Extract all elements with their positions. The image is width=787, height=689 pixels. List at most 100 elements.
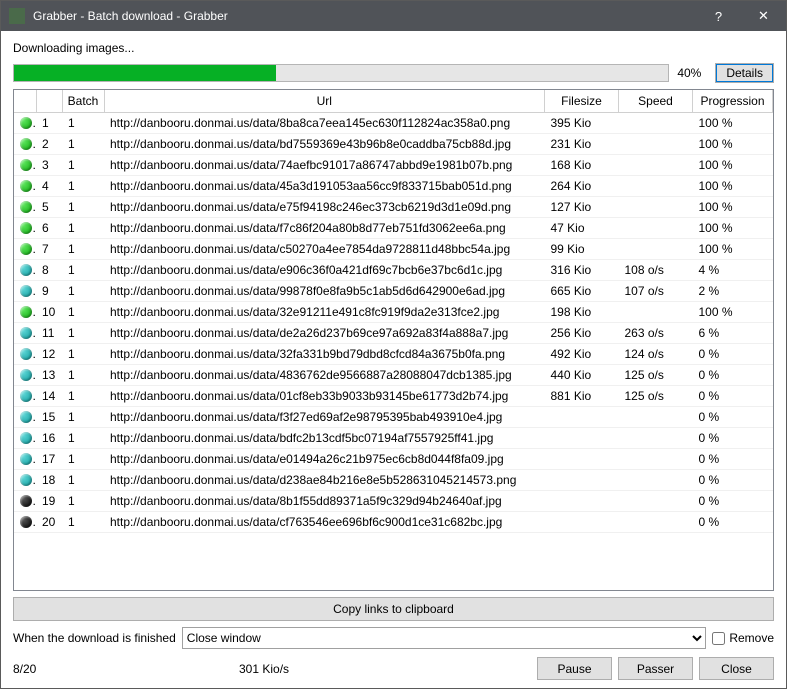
row-speed: 108 o/s [619,259,693,280]
overall-progress-fill [14,65,276,81]
row-progression: 100 % [693,196,773,217]
close-button[interactable]: Close [699,657,774,680]
downloads-table: Batch Url Filesize Speed Progression 11h… [14,90,773,533]
table-row[interactable]: 71http://danbooru.donmai.us/data/c50270a… [14,238,773,259]
row-filesize: 264 Kio [545,175,619,196]
row-progression: 100 % [693,217,773,238]
row-url: http://danbooru.donmai.us/data/01cf8eb33… [104,385,545,406]
row-batch: 1 [62,133,104,154]
row-index: 3 [36,154,62,175]
col-header-url[interactable]: Url [104,90,545,112]
table-row[interactable]: 101http://danbooru.donmai.us/data/32e912… [14,301,773,322]
row-progression: 100 % [693,301,773,322]
close-window-button[interactable]: ✕ [741,1,786,31]
row-url: http://danbooru.donmai.us/data/e01494a26… [104,448,545,469]
row-url: http://danbooru.donmai.us/data/99878f0e8… [104,280,545,301]
table-row[interactable]: 131http://danbooru.donmai.us/data/483676… [14,364,773,385]
table-row[interactable]: 181http://danbooru.donmai.us/data/d238ae… [14,469,773,490]
row-index: 7 [36,238,62,259]
row-batch: 1 [62,406,104,427]
row-speed [619,196,693,217]
row-speed [619,154,693,175]
titlebar: Grabber - Batch download - Grabber ? ✕ [1,1,786,31]
col-header-status[interactable] [14,90,36,112]
row-progression: 0 % [693,511,773,532]
row-index: 16 [36,427,62,448]
row-progression: 100 % [693,238,773,259]
row-speed [619,238,693,259]
col-header-progression[interactable]: Progression [693,90,773,112]
row-url: http://danbooru.donmai.us/data/74aefbc91… [104,154,545,175]
table-row[interactable]: 121http://danbooru.donmai.us/data/32fa33… [14,343,773,364]
row-batch: 1 [62,112,104,133]
row-index: 6 [36,217,62,238]
col-header-speed[interactable]: Speed [619,90,693,112]
table-row[interactable]: 161http://danbooru.donmai.us/data/bdfc2b… [14,427,773,448]
row-progression: 100 % [693,175,773,196]
table-row[interactable]: 191http://danbooru.donmai.us/data/8b1f55… [14,490,773,511]
row-batch: 1 [62,511,104,532]
status-dot-icon [20,495,32,507]
col-header-batch[interactable]: Batch [62,90,104,112]
col-header-filesize[interactable]: Filesize [545,90,619,112]
row-filesize: 395 Kio [545,112,619,133]
details-button[interactable]: Details [715,63,774,83]
row-batch: 1 [62,469,104,490]
status-dot-icon [20,306,32,318]
total-speed: 301 Kio/s [239,662,531,676]
row-batch: 1 [62,322,104,343]
pause-button[interactable]: Pause [537,657,612,680]
row-progression: 0 % [693,448,773,469]
table-row[interactable]: 141http://danbooru.donmai.us/data/01cf8e… [14,385,773,406]
row-url: http://danbooru.donmai.us/data/e75f94198… [104,196,545,217]
batch-download-dialog: Grabber - Batch download - Grabber ? ✕ D… [0,0,787,689]
row-filesize [545,511,619,532]
row-progression: 100 % [693,154,773,175]
remove-checkbox[interactable] [712,632,725,645]
status-text: Downloading images... [13,41,774,55]
row-speed [619,301,693,322]
table-row[interactable]: 41http://danbooru.donmai.us/data/45a3d19… [14,175,773,196]
overall-progress-bar [13,64,669,82]
table-row[interactable]: 81http://danbooru.donmai.us/data/e906c36… [14,259,773,280]
help-button[interactable]: ? [696,1,741,31]
row-url: http://danbooru.donmai.us/data/8b1f55dd8… [104,490,545,511]
table-row[interactable]: 61http://danbooru.donmai.us/data/f7c86f2… [14,217,773,238]
status-dot-icon [20,369,32,381]
finish-action-select[interactable]: Close window [182,627,707,649]
row-url: http://danbooru.donmai.us/data/32e91211e… [104,301,545,322]
col-header-index[interactable] [36,90,62,112]
row-speed [619,217,693,238]
remove-checkbox-label[interactable]: Remove [712,631,774,645]
table-row[interactable]: 21http://danbooru.donmai.us/data/bd75593… [14,133,773,154]
row-speed: 263 o/s [619,322,693,343]
table-row[interactable]: 151http://danbooru.donmai.us/data/f3f27e… [14,406,773,427]
row-url: http://danbooru.donmai.us/data/de2a26d23… [104,322,545,343]
row-filesize: 198 Kio [545,301,619,322]
row-speed [619,406,693,427]
row-speed [619,133,693,154]
row-index: 14 [36,385,62,406]
row-batch: 1 [62,427,104,448]
table-row[interactable]: 91http://danbooru.donmai.us/data/99878f0… [14,280,773,301]
table-row[interactable]: 11http://danbooru.donmai.us/data/8ba8ca7… [14,112,773,133]
downloads-table-wrap[interactable]: Batch Url Filesize Speed Progression 11h… [13,89,774,591]
table-row[interactable]: 111http://danbooru.donmai.us/data/de2a26… [14,322,773,343]
status-dot-icon [20,411,32,423]
table-row[interactable]: 201http://danbooru.donmai.us/data/cf7635… [14,511,773,532]
row-index: 19 [36,490,62,511]
table-row[interactable]: 171http://danbooru.donmai.us/data/e01494… [14,448,773,469]
row-index: 17 [36,448,62,469]
row-progression: 0 % [693,427,773,448]
row-url: http://danbooru.donmai.us/data/4836762de… [104,364,545,385]
row-speed [619,511,693,532]
table-row[interactable]: 31http://danbooru.donmai.us/data/74aefbc… [14,154,773,175]
copy-links-button[interactable]: Copy links to clipboard [13,597,774,621]
status-dot-icon [20,432,32,444]
skip-button[interactable]: Passer [618,657,693,680]
row-index: 11 [36,322,62,343]
row-batch: 1 [62,364,104,385]
row-url: http://danbooru.donmai.us/data/f7c86f204… [104,217,545,238]
status-dot-icon [20,327,32,339]
table-row[interactable]: 51http://danbooru.donmai.us/data/e75f941… [14,196,773,217]
